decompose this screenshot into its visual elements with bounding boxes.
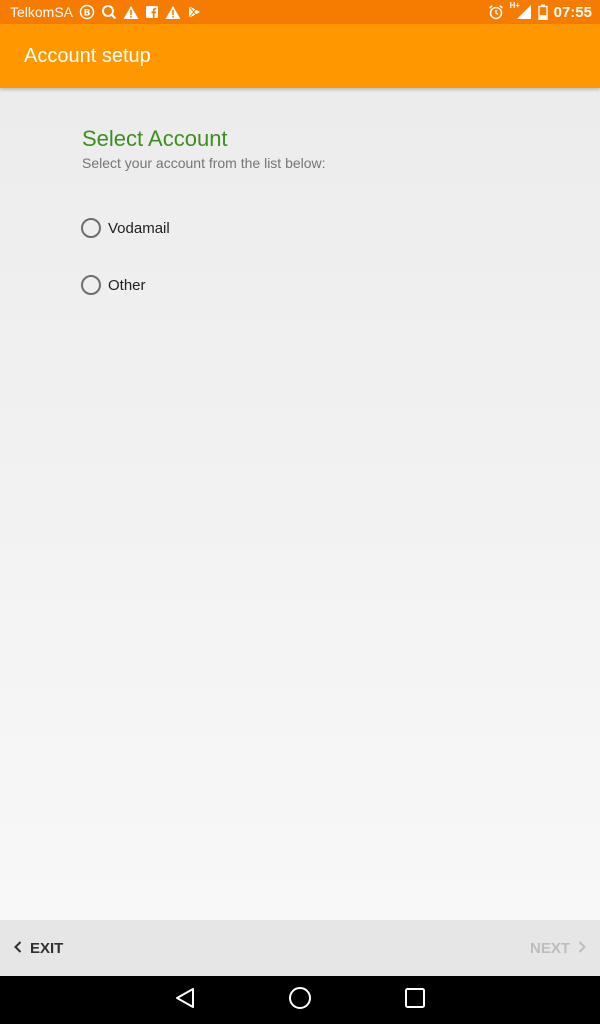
signal-icon: H+ [510, 1, 532, 20]
recents-icon [404, 987, 426, 1014]
chevron-left-icon [14, 940, 22, 957]
option-label: Vodamail [108, 219, 170, 237]
carrier-name: TelkomSA [10, 4, 74, 20]
page-title: Select Account [82, 126, 228, 151]
play-store-icon [187, 5, 201, 19]
exit-button[interactable]: EXIT [14, 940, 63, 957]
home-button[interactable] [243, 976, 358, 1024]
search-icon [101, 4, 117, 20]
alarm-icon [488, 4, 504, 20]
option-vodamail[interactable]: Vodamail [81, 216, 170, 240]
option-other[interactable]: Other [81, 273, 146, 297]
chevron-right-icon [578, 940, 586, 957]
page-subtitle: Select your account from the list below: [82, 155, 326, 171]
next-button[interactable]: NEXT [530, 940, 586, 957]
navigation-bar [0, 976, 600, 1024]
home-icon [288, 986, 312, 1015]
option-label: Other [108, 276, 146, 294]
back-icon [174, 987, 196, 1014]
recents-button[interactable] [358, 976, 473, 1024]
radio-button[interactable] [81, 275, 101, 295]
app-bar-title: Account setup [24, 44, 151, 67]
battery-icon [537, 4, 548, 20]
warning-icon [123, 5, 139, 20]
svg-text:B: B [84, 9, 91, 19]
clock: 07:55 [553, 3, 592, 21]
facebook-icon [145, 5, 159, 19]
status-bar: TelkomSA B H+ 07:55 [0, 0, 600, 24]
wizard-footer: EXIT NEXT [0, 920, 600, 976]
exit-label: EXIT [30, 939, 64, 957]
app-bar: Account setup [0, 24, 600, 88]
radio-button[interactable] [81, 218, 101, 238]
account-selection-panel: Select Account Select your account from … [0, 88, 600, 920]
next-label: NEXT [529, 939, 570, 957]
b-circle-icon: B [79, 4, 95, 20]
warning-icon [165, 5, 181, 20]
back-button[interactable] [128, 976, 243, 1024]
